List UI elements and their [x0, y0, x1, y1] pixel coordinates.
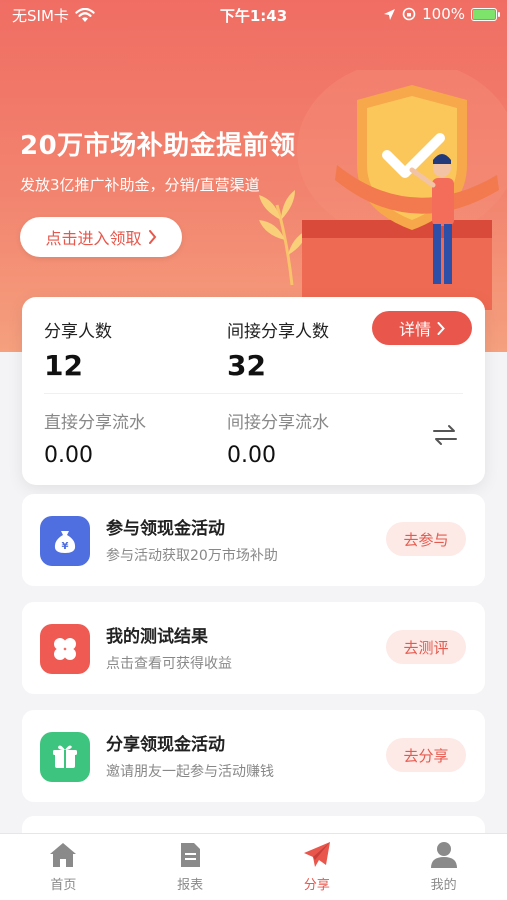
user-icon: [430, 842, 457, 868]
tab-label: 报表: [177, 878, 204, 893]
status-right-group: 100%: [383, 5, 500, 23]
svg-text:¥: ¥: [62, 541, 69, 552]
orientation-lock-icon: [402, 7, 416, 21]
gift-icon: [40, 732, 90, 782]
evaluate-button[interactable]: 去测评: [386, 630, 466, 664]
tab-home[interactable]: 首页: [0, 834, 127, 900]
tab-label: 我的: [430, 878, 457, 893]
activity-item-join-cash[interactable]: ¥ 参与领现金活动 参与活动获取20万市场补助 去参与: [22, 494, 485, 586]
bottom-tab-bar: 首页 报表 分享 我的: [0, 833, 507, 900]
activity-title: 参与领现金活动: [106, 519, 225, 539]
money-bag-icon: ¥: [40, 516, 90, 566]
carrier-label: 无SIM卡: [12, 7, 69, 25]
join-button[interactable]: 去参与: [386, 522, 466, 556]
activity-description: 邀请朋友一起参与活动赚钱: [106, 764, 274, 780]
indirect-flow-value: 0.00: [227, 443, 276, 468]
share-stats-card: 分享人数 12 间接分享人数 32 详情 直接分享流水 0.00 间接分享流水 …: [22, 297, 485, 485]
indirect-share-label: 间接分享人数: [227, 322, 329, 342]
direct-flow-label: 直接分享流水: [44, 413, 146, 433]
indirect-share-value: 32: [227, 349, 266, 382]
chevron-right-icon: [148, 230, 156, 244]
stats-divider: [44, 393, 463, 394]
banner-title: 20万市场补助金提前领: [20, 131, 296, 161]
banner-subtitle: 发放3亿推广补助金，分销/直营渠道: [20, 176, 260, 194]
location-arrow-icon: [384, 8, 396, 20]
chevron-right-icon: [437, 321, 445, 335]
clover-icon: [40, 624, 90, 674]
tab-share[interactable]: 分享: [254, 834, 381, 900]
tab-label: 分享: [303, 878, 330, 893]
share-count-value: 12: [44, 349, 83, 382]
direct-flow-value: 0.00: [44, 443, 93, 468]
share-button[interactable]: 去分享: [386, 738, 466, 772]
shield-illustration: [259, 70, 507, 310]
tab-report[interactable]: 报表: [127, 834, 254, 900]
paper-plane-icon: [303, 842, 330, 867]
status-bar: 无SIM卡 下午1:43 100%: [0, 0, 507, 30]
battery-icon: [471, 7, 500, 21]
activity-item-test-result[interactable]: 我的测试结果 点击查看可获得收益 去测评: [22, 602, 485, 694]
claim-button[interactable]: 点击进入领取: [20, 217, 182, 257]
home-icon: [50, 843, 77, 867]
activity-description: 点击查看可获得收益: [106, 656, 232, 672]
report-icon: [181, 843, 201, 867]
carrier-group: 无SIM卡: [12, 5, 95, 26]
indirect-flow-label: 间接分享流水: [227, 413, 329, 433]
detail-button[interactable]: 详情: [372, 311, 472, 345]
tab-mine[interactable]: 我的: [380, 834, 507, 900]
activity-title: 我的测试结果: [106, 627, 208, 647]
activity-item-share-cash[interactable]: 分享领现金活动 邀请朋友一起参与活动赚钱 去分享: [22, 710, 485, 802]
activity-title: 分享领现金活动: [106, 735, 225, 755]
swap-arrows-icon[interactable]: [430, 423, 460, 447]
share-count-label: 分享人数: [44, 322, 112, 342]
wifi-icon: [75, 8, 95, 22]
tab-label: 首页: [50, 878, 77, 893]
battery-percent: 100%: [422, 5, 465, 23]
claim-button-label: 点击进入领取: [45, 229, 142, 248]
detail-button-label: 详情: [398, 320, 431, 339]
activity-description: 参与活动获取20万市场补助: [106, 548, 278, 564]
